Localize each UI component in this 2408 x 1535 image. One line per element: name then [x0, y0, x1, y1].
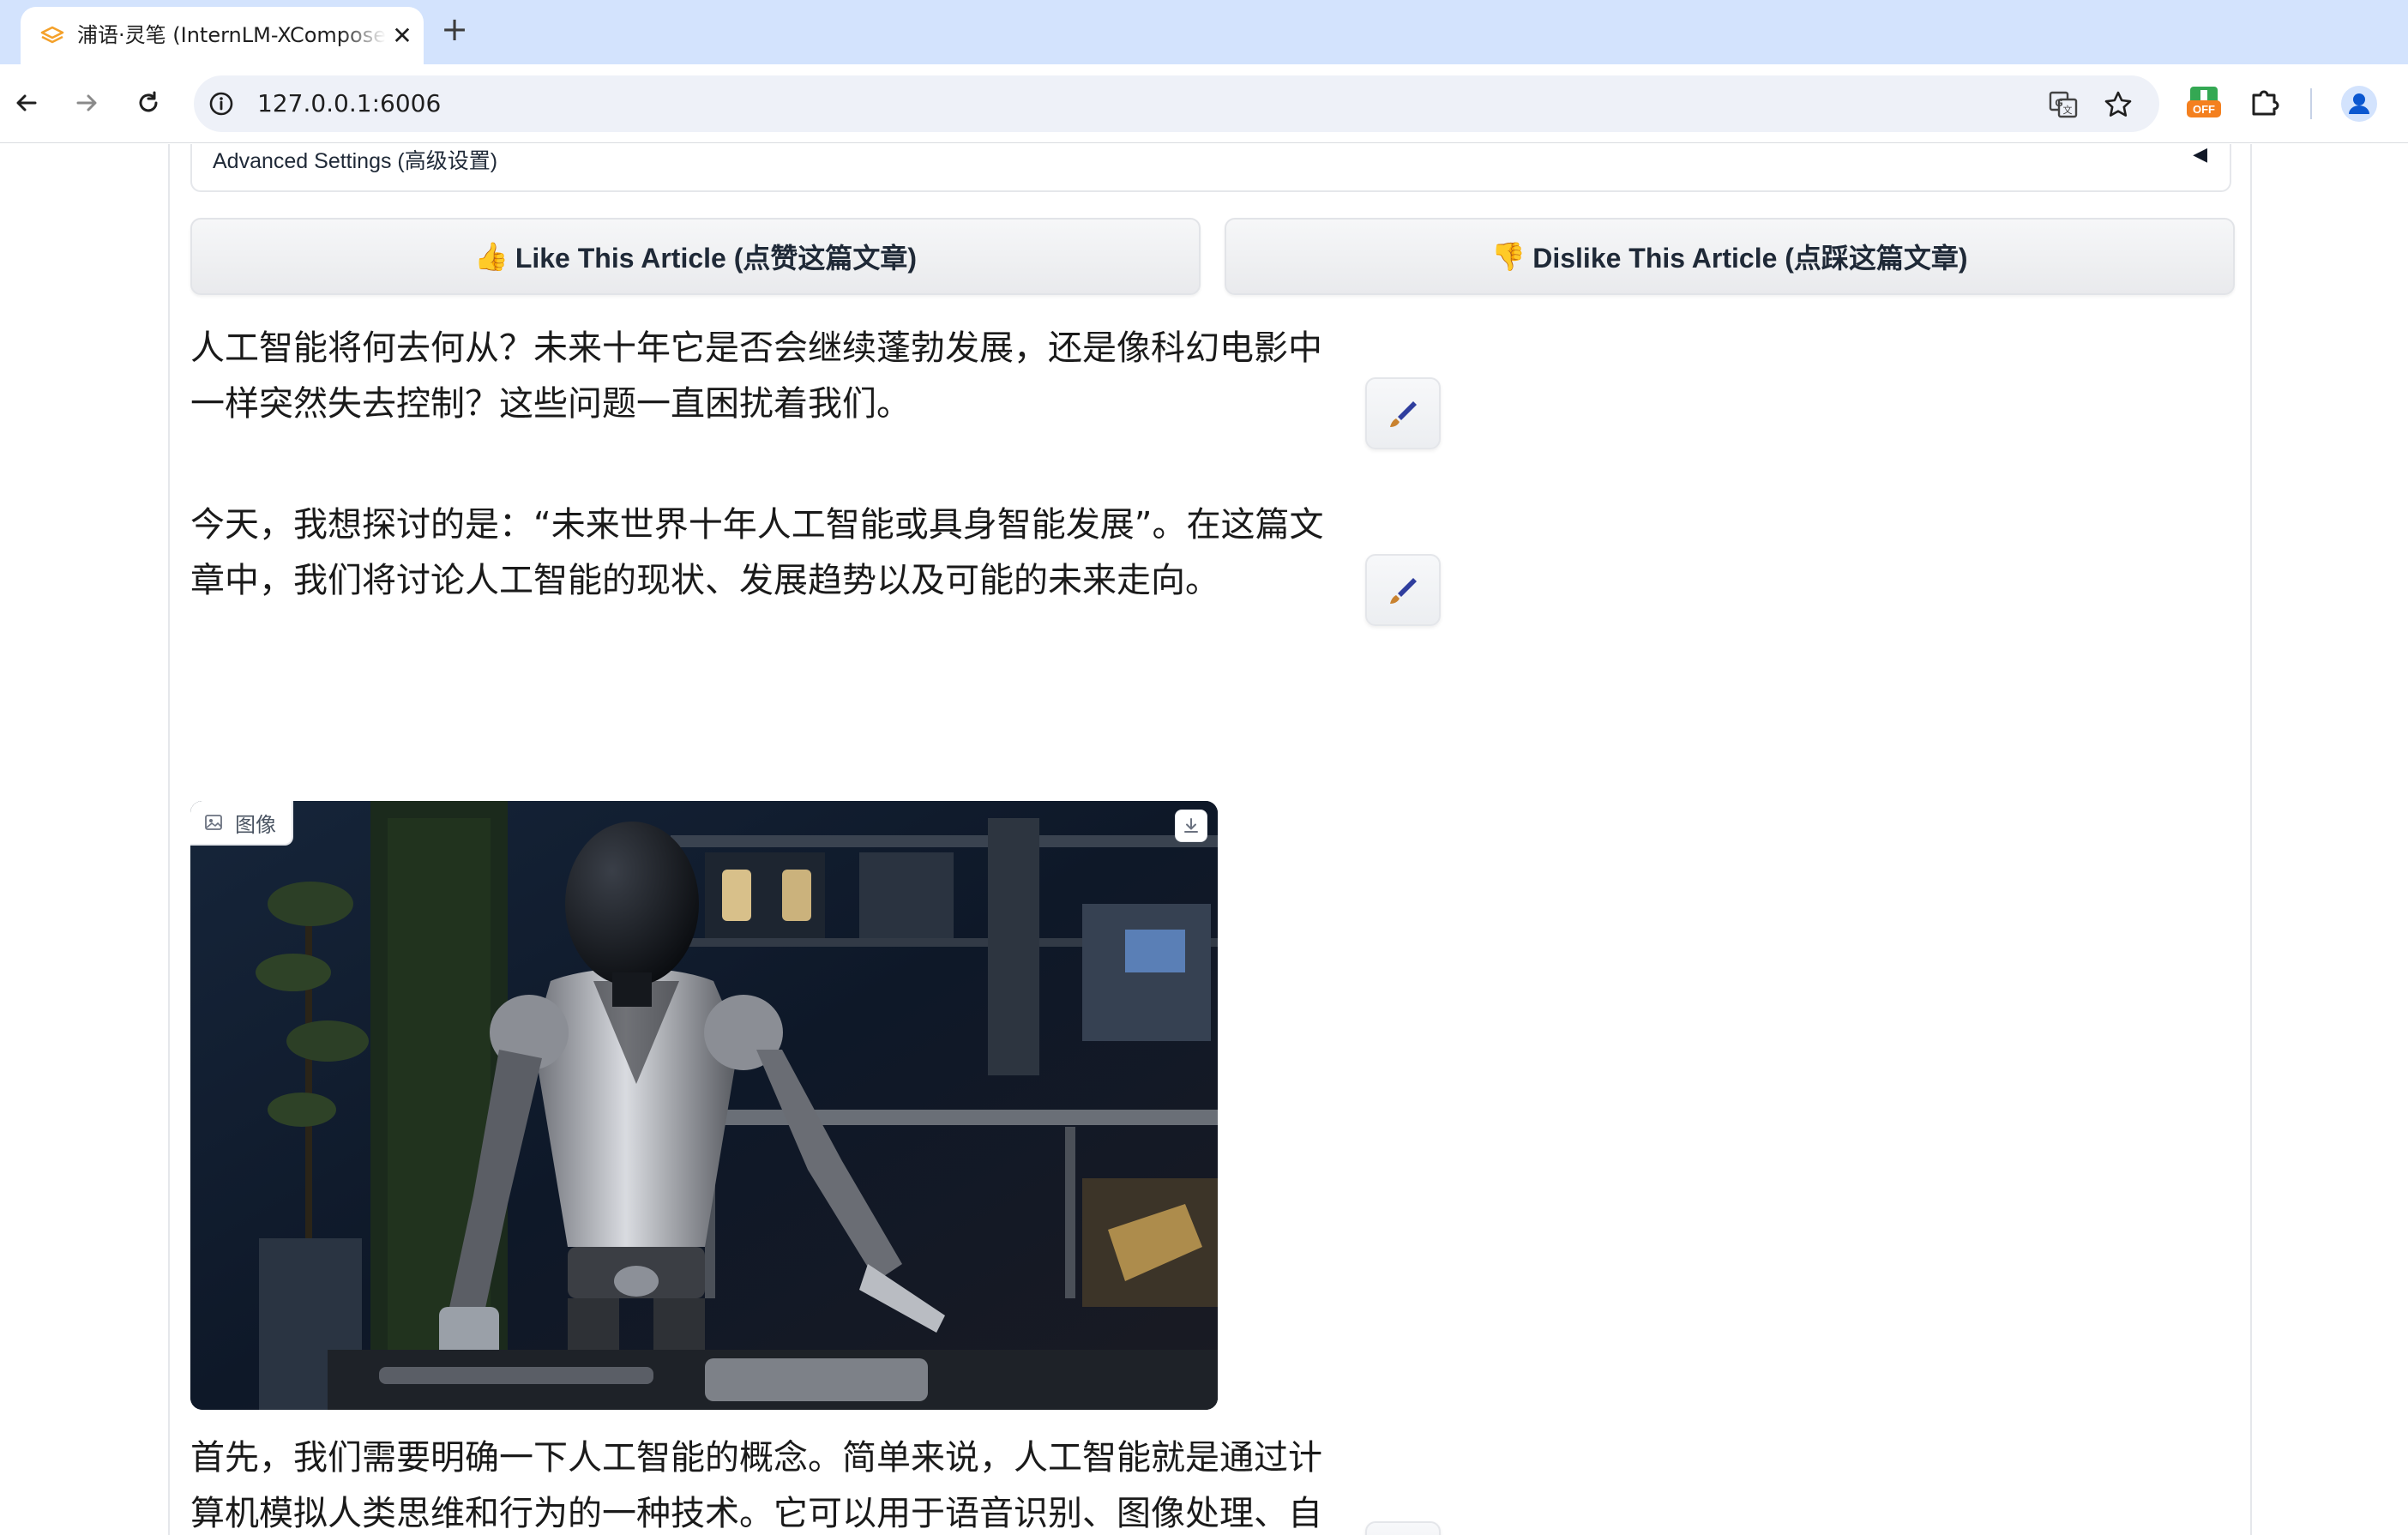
svg-text:G: G	[2055, 97, 2062, 109]
tab-title: 浦语·灵笔 (InternLM-XComposer2)	[77, 23, 386, 47]
page-viewport: Advanced Settings (高级设置) ◀ 👍 Like This A…	[0, 144, 2408, 1535]
paintbrush-icon	[1390, 401, 1417, 427]
svg-text:文: 文	[2063, 104, 2073, 116]
close-tab-icon[interactable]: ✕	[389, 23, 415, 49]
article-paragraph: 今天，我想探讨的是：“未来世界十年人工智能或具身智能发展”。在这篇文章中，我们将…	[190, 505, 1324, 600]
arrow-right-icon	[76, 94, 97, 111]
app-logo-icon	[40, 26, 64, 44]
dislike-button[interactable]: 👎 Dislike This Article (点踩这篇文章)	[1225, 218, 2235, 295]
article-paragraph: 首先，我们需要明确一下人工智能的概念。简单来说，人工智能就是通过计算机模拟人类思…	[190, 1438, 1322, 1533]
like-button-label: Like This Article (点赞这篇文章)	[515, 243, 918, 274]
thumbs-up-icon: 👍	[473, 241, 509, 272]
arrow-left-icon	[16, 94, 37, 111]
edit-paragraph-button[interactable]	[1365, 1521, 1441, 1535]
edit-paragraph-button[interactable]	[1365, 377, 1441, 449]
edit-paragraph-button[interactable]	[1365, 554, 1441, 626]
toolbar-divider	[2310, 88, 2312, 119]
humanoid-robot-photo	[190, 801, 1218, 1410]
new-tab-button[interactable]: +	[437, 12, 472, 46]
collapse-arrow-icon[interactable]: ◀	[2193, 144, 2207, 166]
download-icon	[1184, 818, 1198, 833]
extensions-puzzle-icon[interactable]	[2247, 83, 2285, 121]
browser-toolbar: 127.0.0.1:6006 G 文 OFF	[0, 64, 2408, 143]
extension-toggle-icon[interactable]: OFF	[2185, 83, 2223, 121]
browser-tab[interactable]: 浦语·灵笔 (InternLM-XComposer2) ✕	[21, 7, 424, 64]
person-icon	[2349, 93, 2369, 114]
forward-button[interactable]	[67, 83, 106, 123]
back-button[interactable]	[7, 83, 46, 123]
bookmark-star-icon[interactable]	[2103, 89, 2134, 120]
accordion-label: Advanced Settings (高级设置)	[213, 149, 498, 173]
profile-avatar[interactable]	[2341, 86, 2377, 122]
image-label-text: 图像	[235, 812, 276, 837]
url-text[interactable]: 127.0.0.1:6006	[257, 75, 441, 132]
tab-strip: 浦语·灵笔 (InternLM-XComposer2) ✕ +	[0, 0, 2408, 64]
thumbs-down-icon: 👎	[1491, 241, 1526, 272]
download-button[interactable]	[1175, 810, 1207, 842]
advanced-settings-accordion[interactable]: Advanced Settings (高级设置) ◀	[190, 144, 2231, 192]
article-image[interactable]: 图像	[190, 801, 1218, 1410]
translate-icon[interactable]: G 文	[2048, 89, 2079, 120]
image-label-badge: 图像	[190, 801, 293, 846]
reload-button[interactable]	[129, 83, 168, 123]
site-info-icon[interactable]	[208, 90, 235, 117]
like-button[interactable]: 👍 Like This Article (点赞这篇文章)	[190, 218, 1201, 295]
app-container: Advanced Settings (高级设置) ◀ 👍 Like This A…	[168, 144, 2252, 1535]
address-bar[interactable]: 127.0.0.1:6006 G 文	[194, 75, 2159, 132]
extension-badge-text: OFF	[2193, 103, 2215, 116]
image-icon	[205, 815, 222, 830]
dislike-button-label: Dislike This Article (点踩这篇文章)	[1532, 243, 1968, 274]
paintbrush-icon	[1390, 578, 1417, 604]
article-paragraph: 人工智能将何去何从？未来十年它是否会继续蓬勃发展，还是像科幻电影中一样突然失去控…	[190, 328, 1322, 424]
reload-icon	[139, 91, 158, 112]
